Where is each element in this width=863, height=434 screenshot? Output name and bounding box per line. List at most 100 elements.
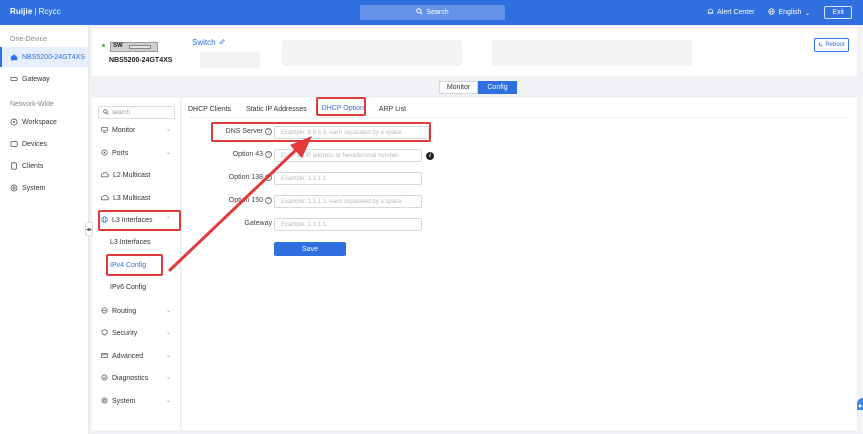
menu-item-monitor[interactable]: Monitor ⌄: [92, 121, 180, 139]
device-name[interactable]: Switch: [192, 38, 225, 47]
menu-sub-ipv4-config[interactable]: IPv4 Config: [110, 262, 146, 269]
menu-item-security[interactable]: Security ⌄: [92, 324, 180, 342]
option43-input[interactable]: Enter an IP address or hexadecimal numbe…: [274, 149, 422, 162]
main-content: DHCP Clients Static IP Addresses DHCP Op…: [182, 98, 857, 430]
help-icon[interactable]: ?: [265, 197, 272, 204]
bell-icon: [707, 8, 714, 17]
menu-sub-ipv6-config[interactable]: IPv6 Config: [110, 284, 146, 291]
help-widget-icon[interactable]: [853, 396, 863, 412]
chevron-down-icon: ⌄: [165, 375, 171, 381]
menu-item-l3-multicast[interactable]: L3 Multicast: [92, 189, 180, 207]
menu-item-l3-interfaces[interactable]: L3 Interfaces ⌃: [92, 211, 180, 229]
devices-icon: [10, 140, 18, 148]
search-icon: [103, 108, 109, 117]
sidebar-item-label: NBS5200-24GT4XS: [22, 53, 86, 61]
menu-item-label: Diagnostics: [112, 374, 149, 382]
option150-row: Option 150 ? Example: 1.1.1.1, each sepa…: [182, 195, 782, 209]
sidebar-item-device[interactable]: NBS5200-24GT4XS: [0, 47, 88, 67]
menu-sub-l3-interfaces[interactable]: L3 Interfaces: [110, 239, 150, 246]
global-search[interactable]: Search: [360, 5, 505, 20]
search-placeholder: Search: [426, 9, 449, 16]
sidebar-item-gateway[interactable]: Gateway: [0, 69, 88, 89]
option43-label-text: Option 43: [232, 151, 263, 158]
routing-icon: [101, 306, 108, 316]
menu-item-l2-multicast[interactable]: L2 Multicast: [92, 166, 180, 184]
device-type-badge: SW: [113, 43, 123, 49]
online-status-dot: [102, 44, 105, 47]
reboot-button[interactable]: Reboot: [814, 38, 849, 52]
menu-item-label: Security: [112, 329, 138, 337]
sidebar-item-system[interactable]: System: [0, 178, 88, 198]
menu-item-system[interactable]: System ⌄: [92, 392, 180, 410]
language-label: English: [778, 9, 802, 16]
home-icon: [10, 53, 18, 61]
main-sidebar: One-Device NBS5200-24GT4XS Gateway Netwo…: [0, 25, 89, 434]
option150-input[interactable]: Example: 1.1.1.1, each separated by a sp…: [274, 195, 422, 208]
tab-monitor[interactable]: Monitor: [439, 81, 478, 94]
menu-item-label: L3 Interfaces: [112, 216, 153, 224]
section-network-wide: Network-Wide: [10, 101, 54, 108]
menu-item-advanced[interactable]: Advanced ⌄: [92, 347, 180, 365]
menu-search-placeholder: search: [112, 109, 131, 116]
diagnostics-icon: [101, 373, 108, 383]
menu-item-routing[interactable]: Routing ⌄: [92, 302, 180, 320]
box-icon: [101, 352, 108, 361]
dns-server-row: DNS Server ? Example: 8.8.8.8, each sepa…: [182, 126, 782, 140]
globe-icon: [768, 8, 776, 17]
gateway-label: Gateway: [244, 220, 272, 227]
section-one-device: One-Device: [10, 36, 47, 43]
gateway-input[interactable]: Example: 1.1.1.1: [274, 218, 422, 231]
menu-item-label: L2 Multicast: [113, 171, 151, 179]
menu-item-ports[interactable]: Ports ⌄: [92, 144, 180, 162]
globe-icon: [101, 215, 108, 225]
help-icon[interactable]: ?: [265, 151, 272, 158]
dns-server-input[interactable]: Example: 8.8.8.8, each separated by a sp…: [274, 126, 429, 139]
info-icon[interactable]: i: [426, 152, 434, 160]
option138-input[interactable]: Example: 1.1.1.1: [274, 172, 422, 185]
dhcp-tabs: DHCP Clients Static IP Addresses DHCP Op…: [188, 103, 406, 115]
sidebar-item-workspace[interactable]: Workspace: [0, 112, 88, 132]
chevron-up-icon: ⌃: [165, 217, 171, 223]
gear-icon: [101, 396, 108, 406]
tab-dhcp-option[interactable]: DHCP Option: [321, 103, 364, 115]
config-menu: search Monitor ⌄ Ports ⌄ L2 Multicast L3…: [92, 98, 181, 430]
search-icon: [416, 8, 424, 17]
redacted-info: [200, 52, 260, 68]
sidebar-item-label: Clients: [22, 162, 44, 170]
alert-center-label: Alert Center: [717, 9, 755, 16]
exit-button[interactable]: Exit: [824, 6, 852, 19]
sidebar-item-devices[interactable]: Devices: [0, 134, 88, 154]
tab-divider: [188, 117, 848, 118]
workspace-icon: [10, 118, 18, 126]
tab-config[interactable]: Config: [478, 81, 517, 94]
menu-item-diagnostics[interactable]: Diagnostics ⌄: [92, 369, 180, 387]
brand-name: Ruijie: [10, 7, 33, 16]
tab-arp-list[interactable]: ARP List: [379, 103, 406, 115]
redacted-info: [492, 40, 692, 66]
chevron-down-icon: ⌄: [165, 308, 171, 314]
option150-label-text: Option 150: [228, 197, 263, 204]
tab-dhcp-clients[interactable]: DHCP Clients: [188, 103, 231, 115]
option138-label: Option 138 ?: [229, 174, 272, 181]
device-model: NBS5200-24GT4XS: [109, 57, 173, 64]
menu-search-input[interactable]: search: [98, 106, 175, 119]
chevron-down-icon: ⌄: [804, 9, 811, 17]
help-icon[interactable]: ?: [265, 128, 272, 135]
switch-device-image: SW: [110, 42, 158, 52]
shield-icon: [101, 328, 108, 338]
language-selector[interactable]: English ⌄: [768, 8, 810, 17]
ports-icon: [101, 148, 108, 158]
edit-icon[interactable]: [219, 38, 225, 47]
cloud-icon: [100, 171, 109, 180]
help-icon[interactable]: ?: [265, 174, 272, 181]
chevron-down-icon: ⌄: [165, 330, 171, 336]
collapse-sidebar-handle[interactable]: ◂▸: [85, 222, 93, 236]
tab-static-ip-addresses[interactable]: Static IP Addresses: [246, 103, 307, 115]
gear-icon: [10, 184, 18, 192]
save-button[interactable]: Save: [274, 242, 346, 256]
sidebar-item-clients[interactable]: Clients: [0, 156, 88, 176]
dns-server-label-text: DNS Server: [225, 128, 263, 135]
option43-row: Option 43 ? Enter an IP address or hexad…: [182, 149, 782, 163]
alert-center-button[interactable]: Alert Center: [707, 8, 754, 17]
top-bar: Ruijie | Rcycc Search Alert Center English…: [0, 0, 863, 25]
